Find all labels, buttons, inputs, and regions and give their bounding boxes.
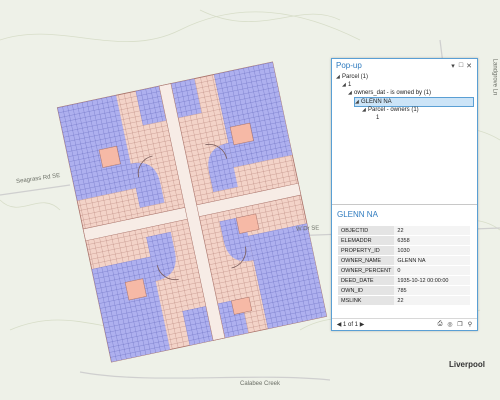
attribute-key: ELEMADDR bbox=[338, 235, 395, 246]
maximize-icon[interactable]: □ bbox=[457, 62, 465, 69]
attribute-row: MSLINK 22 bbox=[338, 295, 470, 306]
attribute-key: OWN_ID bbox=[338, 285, 395, 296]
attribute-value: 1030 bbox=[394, 245, 470, 256]
attribute-row: OBJECTID 22 bbox=[338, 226, 470, 236]
attribute-key: OBJECTID bbox=[338, 226, 395, 236]
subdivision-parcels bbox=[56, 61, 328, 363]
tree-item-relationship[interactable]: ◢ owners_dat - is owned by (1) bbox=[348, 89, 431, 97]
popup-panel[interactable]: Pop-up ▾ □ ✕ ◢ Parcel (1) ◢ 1 ◢ owners_dat … bbox=[331, 58, 478, 331]
panel-splitter[interactable] bbox=[332, 204, 477, 205]
feature-tree: ◢ Parcel (1) ◢ 1 ◢ owners_dat - is owned by… bbox=[336, 73, 474, 193]
attribute-value: GLENN NA bbox=[394, 255, 470, 266]
feature-title: GLENN NA bbox=[337, 210, 378, 219]
next-arrow-icon[interactable]: ▶ bbox=[358, 321, 366, 328]
attribute-key: PROPERTY_ID bbox=[338, 245, 395, 256]
popup-title: Pop-up bbox=[336, 61, 362, 70]
tree-item-record[interactable]: ◢ 1 bbox=[342, 81, 351, 89]
attribute-value: 1935-10-12 00:00:00 bbox=[394, 275, 470, 286]
pager-text: 1 of 1 bbox=[343, 321, 359, 328]
copy-icon[interactable]: ❐ bbox=[456, 321, 464, 328]
tree-item-label: 1 bbox=[348, 82, 352, 88]
attribute-table: OBJECTID 22 ELEMADDR 6358 PROPERTY_ID 1030 OWN… bbox=[338, 226, 470, 306]
creek-label: Calabee Creek bbox=[240, 381, 281, 387]
popup-footer: ◀ 1 of 1 ▶ ⎙ ◎ ❐ ⚲ bbox=[332, 318, 477, 330]
popup-header: Pop-up ▾ □ ✕ bbox=[332, 59, 477, 72]
print-icon[interactable]: ⎙ bbox=[436, 321, 444, 328]
zoom-to-icon[interactable]: ⚲ bbox=[466, 321, 474, 328]
close-icon[interactable]: ✕ bbox=[465, 62, 473, 70]
attribute-key: MSLINK bbox=[338, 295, 395, 306]
road-label-right: W Dr SE bbox=[295, 225, 320, 233]
attribute-row: DEED_DATE 1935-10-12 00:00:00 bbox=[338, 275, 470, 286]
tree-item-owner-record[interactable]: 1 bbox=[376, 114, 379, 122]
tree-item-label: GLENN NA bbox=[361, 99, 392, 105]
tree-item-label: owners_dat - is owned by (1) bbox=[354, 90, 432, 96]
attribute-value: 22 bbox=[394, 295, 470, 306]
attribute-value: 22 bbox=[394, 226, 470, 236]
previous-arrow-icon[interactable]: ◀ bbox=[335, 321, 343, 328]
tree-item-label: Parcel - owners (1) bbox=[368, 107, 419, 113]
attribute-key: DEED_DATE bbox=[338, 275, 395, 286]
tree-item-parcel[interactable]: ◢ Parcel (1) bbox=[336, 73, 368, 81]
tree-item-label: 1 bbox=[376, 115, 380, 121]
attribute-row: OWNER_NAME GLENN NA bbox=[338, 255, 470, 266]
tree-item-parcel-owners[interactable]: ◢ Parcel - owners (1) bbox=[362, 106, 419, 114]
road-label-top-right: Landgrove Ln bbox=[491, 58, 498, 96]
place-label-liverpool: Liverpool bbox=[449, 360, 486, 369]
attribute-key: OWNER_PERCENT bbox=[338, 265, 395, 276]
chevron-down-icon[interactable]: ▾ bbox=[449, 62, 457, 70]
attribute-value: 785 bbox=[394, 285, 470, 296]
attribute-row: ELEMADDR 6358 bbox=[338, 235, 470, 246]
attribute-value: 6358 bbox=[394, 235, 470, 246]
flash-icon[interactable]: ◎ bbox=[446, 321, 454, 328]
tree-item-label: Parcel (1) bbox=[342, 74, 369, 80]
attribute-key: OWNER_NAME bbox=[338, 255, 395, 266]
attribute-row: PROPERTY_ID 1030 bbox=[338, 245, 470, 256]
attribute-value: 0 bbox=[394, 265, 470, 276]
attribute-row: OWN_ID 785 bbox=[338, 285, 470, 296]
attribute-row: OWNER_PERCENT 0 bbox=[338, 265, 470, 276]
